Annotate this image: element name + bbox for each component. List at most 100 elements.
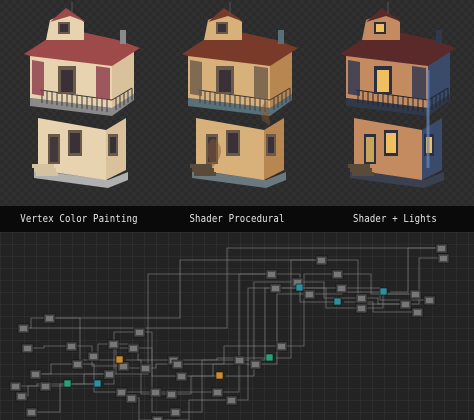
graph-node-body[interactable]	[115, 355, 124, 364]
graph-node[interactable]	[437, 253, 450, 264]
graph-node[interactable]	[165, 389, 178, 400]
graph-node[interactable]	[331, 269, 344, 280]
graph-node[interactable]	[125, 393, 138, 404]
graph-node-preview	[118, 390, 125, 395]
graph-node[interactable]	[117, 361, 130, 372]
house-illustration	[340, 2, 456, 188]
graph-node[interactable]	[151, 415, 164, 420]
graph-node-preview	[142, 366, 149, 371]
graph-node-preview	[128, 396, 135, 401]
graph-node-body[interactable]	[333, 297, 342, 306]
caption-vertex-color: Vertex Color Painting	[20, 212, 138, 225]
graph-node[interactable]	[303, 289, 316, 300]
graph-node-body[interactable]	[63, 379, 72, 388]
node-link-wire	[342, 273, 410, 295]
graph-node[interactable]	[211, 387, 224, 398]
graph-node[interactable]	[93, 379, 102, 388]
graph-node[interactable]	[139, 363, 152, 374]
graph-node[interactable]	[133, 327, 146, 338]
graph-node-preview	[438, 246, 445, 251]
graph-node[interactable]	[115, 387, 128, 398]
house-render-vertex-color	[0, 0, 158, 206]
graph-node[interactable]	[107, 339, 120, 350]
node-link-wire	[260, 293, 304, 365]
graph-node[interactable]	[21, 343, 34, 354]
graph-node-preview	[68, 344, 75, 349]
graph-node[interactable]	[169, 407, 182, 418]
graph-node-preview	[130, 346, 137, 351]
graph-node-preview	[268, 272, 275, 277]
graph-node-body[interactable]	[215, 371, 224, 380]
graph-node[interactable]	[275, 341, 288, 352]
graph-node-preview	[174, 362, 181, 367]
graph-node-preview	[318, 258, 325, 263]
graph-node[interactable]	[249, 359, 262, 370]
graph-node-preview	[358, 296, 365, 301]
graph-node[interactable]	[115, 355, 124, 364]
node-link-wire	[40, 363, 72, 375]
node-link-wire	[28, 317, 44, 329]
graph-node[interactable]	[15, 391, 28, 402]
graph-node[interactable]	[63, 379, 72, 388]
graph-node[interactable]	[399, 299, 412, 310]
graph-node[interactable]	[411, 307, 424, 318]
graph-node-body[interactable]	[265, 353, 274, 362]
graph-node-preview	[74, 362, 81, 367]
graph-node[interactable]	[355, 303, 368, 314]
graph-node[interactable]	[225, 395, 238, 406]
graph-node-preview	[278, 344, 285, 349]
render-viewport	[0, 0, 474, 206]
graph-node[interactable]	[175, 371, 188, 382]
graph-node-body[interactable]	[93, 379, 102, 388]
graph-node[interactable]	[409, 289, 422, 300]
graph-node[interactable]	[43, 313, 56, 324]
graph-node[interactable]	[265, 269, 278, 280]
caption-procedural: Shader Procedural Painting	[189, 212, 285, 251]
graph-node[interactable]	[103, 369, 116, 380]
graph-node[interactable]	[355, 293, 368, 304]
graph-node[interactable]	[215, 371, 224, 380]
graph-node-body[interactable]	[295, 283, 304, 292]
graph-node-preview	[172, 410, 179, 415]
graph-node-preview	[440, 256, 447, 261]
graph-node[interactable]	[127, 343, 140, 354]
graph-node-preview	[402, 302, 409, 307]
graph-node-preview	[110, 342, 117, 347]
graph-node[interactable]	[25, 407, 38, 418]
graph-node[interactable]	[265, 353, 274, 362]
graph-node-body[interactable]	[379, 287, 388, 296]
graph-node[interactable]	[233, 355, 246, 366]
caption-lights: Shader + Lights	[353, 212, 437, 225]
house-render-lights	[316, 0, 474, 206]
graph-node-preview	[178, 374, 185, 379]
node-link-wire	[390, 247, 436, 293]
graph-node[interactable]	[149, 387, 162, 398]
graph-node-preview	[28, 410, 35, 415]
graph-node-preview	[32, 372, 39, 377]
graph-node[interactable]	[171, 359, 184, 370]
graph-node-preview	[120, 364, 127, 369]
graph-node[interactable]	[269, 283, 282, 294]
graph-node[interactable]	[333, 297, 342, 306]
graph-node[interactable]	[295, 283, 304, 292]
graph-node[interactable]	[435, 243, 448, 254]
node-link-wire	[182, 345, 276, 365]
node-editor[interactable]	[0, 232, 474, 420]
node-graph-canvas[interactable]	[0, 232, 474, 420]
graph-node-preview	[228, 398, 235, 403]
graph-node[interactable]	[315, 255, 328, 266]
graph-node-preview	[252, 362, 259, 367]
graph-node[interactable]	[87, 351, 100, 362]
graph-node-preview	[46, 316, 53, 321]
graph-node[interactable]	[379, 287, 388, 296]
graph-node[interactable]	[29, 369, 42, 380]
graph-node[interactable]	[423, 295, 436, 306]
graph-node[interactable]	[65, 341, 78, 352]
graph-node[interactable]	[71, 359, 84, 370]
graph-node[interactable]	[17, 323, 30, 334]
graph-node-preview	[272, 286, 279, 291]
graph-node[interactable]	[39, 381, 52, 392]
graph-node-preview	[20, 326, 27, 331]
graph-node[interactable]	[335, 283, 348, 294]
graph-node[interactable]	[9, 381, 22, 392]
